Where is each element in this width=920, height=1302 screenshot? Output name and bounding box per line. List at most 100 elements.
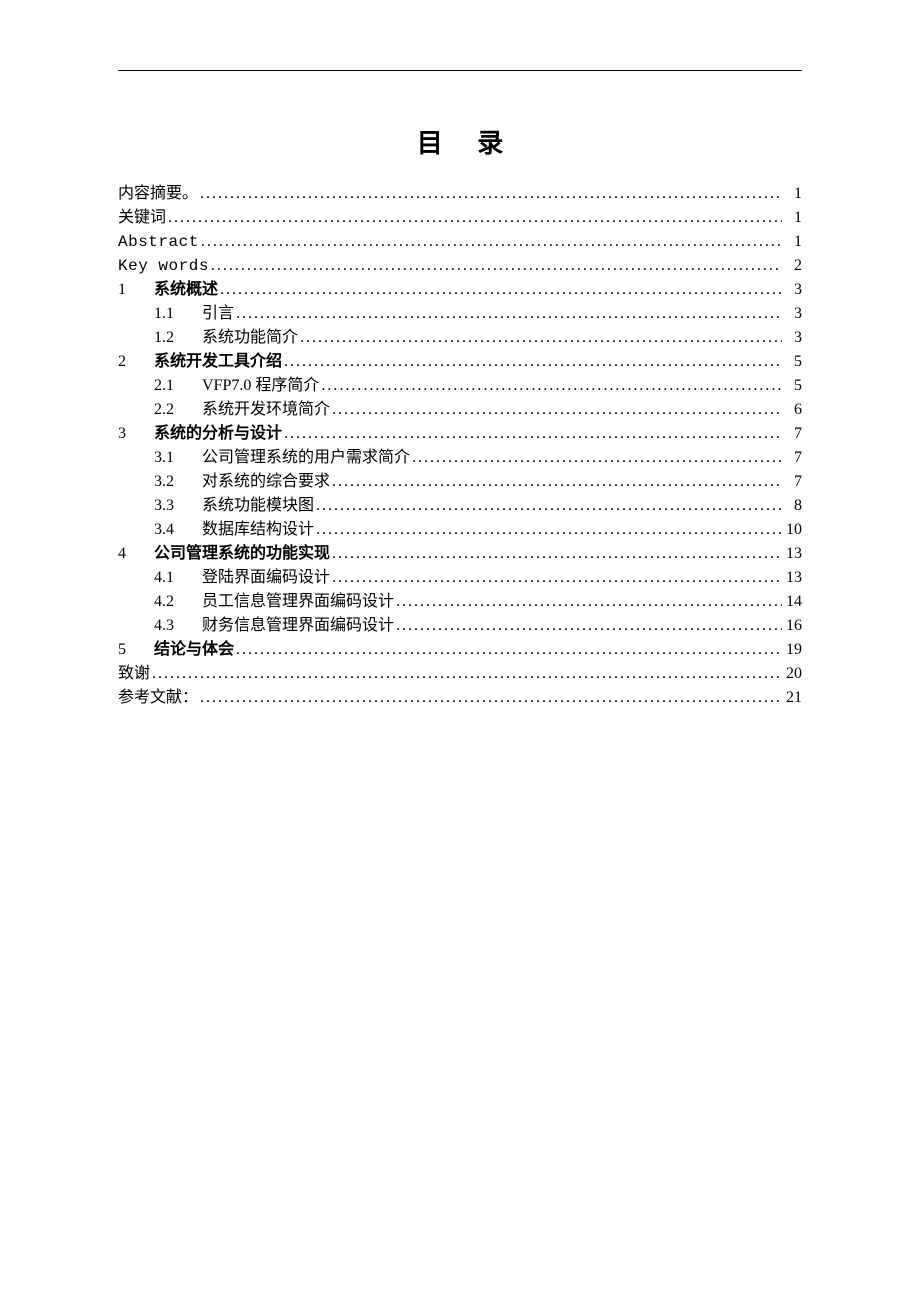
toc-label: 数据库结构设计 — [202, 518, 314, 542]
toc-entry: 1系统概述...................................… — [118, 278, 802, 302]
toc-page-number: 1 — [782, 182, 802, 206]
toc-number: 1.2 — [154, 326, 202, 350]
toc-entry: Key words...............................… — [118, 254, 802, 278]
toc-label: 系统开发环境简介 — [202, 398, 330, 422]
toc-number: 2.2 — [154, 398, 202, 422]
toc-leader-dots: ........................................… — [218, 278, 782, 302]
toc-entry: 1.2系统功能简介...............................… — [118, 326, 802, 350]
toc-number: 4.2 — [154, 590, 202, 614]
toc-entry: 4公司管理系统的功能实现............................… — [118, 542, 802, 566]
toc-entry: 1.1引言...................................… — [118, 302, 802, 326]
toc-leader-dots: ........................................… — [198, 686, 782, 710]
toc-entry: 3.4 数据库结构设计.............................… — [118, 518, 802, 542]
toc-leader-dots: ........................................… — [330, 566, 782, 590]
toc-page-number: 1 — [782, 206, 802, 230]
toc-entry: Abstract................................… — [118, 230, 802, 254]
toc-label: 公司管理系统的功能实现 — [154, 542, 330, 566]
toc-page-number: 20 — [782, 662, 802, 686]
toc-label: 参考文献： — [118, 686, 198, 710]
toc-entry: 4.3财务信息管理界面编码设计.........................… — [118, 614, 802, 638]
toc-page-number: 7 — [782, 422, 802, 446]
toc-label: 系统开发工具介绍 — [154, 350, 282, 374]
toc-entry: 2.1 VFP7.0 程序简介 ........................… — [118, 374, 802, 398]
toc-number: 3.2 — [154, 470, 202, 494]
toc-label: 系统的分析与设计 — [154, 422, 282, 446]
toc-label: 公司管理系统的用户需求简介 — [202, 446, 410, 470]
toc-label: Key words — [118, 254, 209, 278]
toc-leader-dots: ........................................… — [314, 494, 782, 518]
toc-number: 3 — [118, 422, 154, 446]
toc-leader-dots: ........................................… — [330, 542, 782, 566]
toc-label: 内容摘要。 — [118, 182, 198, 206]
toc-entry: 参考文献：...................................… — [118, 686, 802, 710]
page-title: 目 录 — [118, 123, 802, 160]
toc-page-number: 7 — [782, 470, 802, 494]
toc-leader-dots: ........................................… — [319, 374, 782, 398]
toc-leader-dots: ........................................… — [314, 518, 782, 542]
toc-number: 3.3 — [154, 494, 202, 518]
toc-leader-dots: ........................................… — [199, 230, 782, 254]
toc-label: 员工信息管理界面编码设计 — [202, 590, 394, 614]
toc-leader-dots: ........................................… — [198, 182, 782, 206]
toc-leader-dots: ........................................… — [330, 398, 782, 422]
toc-leader-dots: ........................................… — [394, 614, 782, 638]
toc-label: 系统功能模块图 — [202, 494, 314, 518]
toc-page-number: 2 — [782, 254, 802, 278]
toc-entry: 3.3 系统功能模块图.............................… — [118, 494, 802, 518]
toc-leader-dots: ........................................… — [282, 350, 782, 374]
toc-page-number: 7 — [782, 446, 802, 470]
toc-leader-dots: ........................................… — [150, 662, 782, 686]
toc-entry: 3.1 公司管理系统的用户需求简介.......................… — [118, 446, 802, 470]
toc-number: 5 — [118, 638, 154, 662]
toc-number: 1.1 — [154, 302, 202, 326]
toc-page-number: 13 — [782, 542, 802, 566]
toc-leader-dots: ........................................… — [209, 254, 782, 278]
toc-entry: 3系统的分析与设计...............................… — [118, 422, 802, 446]
toc-number: 3.1 — [154, 446, 202, 470]
toc-label: 致谢 — [118, 662, 150, 686]
toc-label: 引言 — [202, 302, 234, 326]
header-rule — [118, 70, 802, 71]
toc-label: 对系统的综合要求 — [202, 470, 330, 494]
toc-entry: 致谢......................................… — [118, 662, 802, 686]
toc-leader-dots: ........................................… — [394, 590, 782, 614]
toc-entry: 内容摘要。...................................… — [118, 182, 802, 206]
toc-leader-dots: ........................................… — [234, 302, 782, 326]
toc-page-number: 10 — [782, 518, 802, 542]
toc-label: 系统功能简介 — [202, 326, 298, 350]
toc-leader-dots: ........................................… — [234, 638, 782, 662]
toc-entry: 5结论与体会..................................… — [118, 638, 802, 662]
toc-page-number: 5 — [782, 374, 802, 398]
toc-number: 4 — [118, 542, 154, 566]
toc-page-number: 1 — [782, 230, 802, 254]
toc-entry: 3.2 对系统的综合要求............................… — [118, 470, 802, 494]
toc-number: 2 — [118, 350, 154, 374]
toc-entry: 4.2员工信息管理界面编码设计.........................… — [118, 590, 802, 614]
toc-number: 3.4 — [154, 518, 202, 542]
toc-number: 4.1 — [154, 566, 202, 590]
toc-entry: 关键词.....................................… — [118, 206, 802, 230]
toc-leader-dots: ........................................… — [282, 422, 782, 446]
toc-entry: 2.2 系统开发环境简介............................… — [118, 398, 802, 422]
toc-label: Abstract — [118, 230, 199, 254]
toc-entry: 4.1登陆界面编码设计.............................… — [118, 566, 802, 590]
toc-page-number: 8 — [782, 494, 802, 518]
toc-page-number: 5 — [782, 350, 802, 374]
toc-leader-dots: ........................................… — [298, 326, 782, 350]
toc-leader-dots: ........................................… — [410, 446, 782, 470]
toc-page-number: 14 — [782, 590, 802, 614]
toc-label: 登陆界面编码设计 — [202, 566, 330, 590]
toc-page-number: 21 — [782, 686, 802, 710]
toc-label: 关键词 — [118, 206, 166, 230]
toc-label: 系统概述 — [154, 278, 218, 302]
toc-label: 结论与体会 — [154, 638, 234, 662]
document-page: 目 录 内容摘要。...............................… — [0, 0, 920, 710]
toc-leader-dots: ........................................… — [166, 206, 782, 230]
toc-page-number: 3 — [782, 302, 802, 326]
toc-page-number: 16 — [782, 614, 802, 638]
toc-leader-dots: ........................................… — [330, 470, 782, 494]
toc-page-number: 13 — [782, 566, 802, 590]
toc-entry: 2系统开发工具介绍...............................… — [118, 350, 802, 374]
toc-number: 2.1 — [154, 374, 202, 398]
toc-label: 财务信息管理界面编码设计 — [202, 614, 394, 638]
